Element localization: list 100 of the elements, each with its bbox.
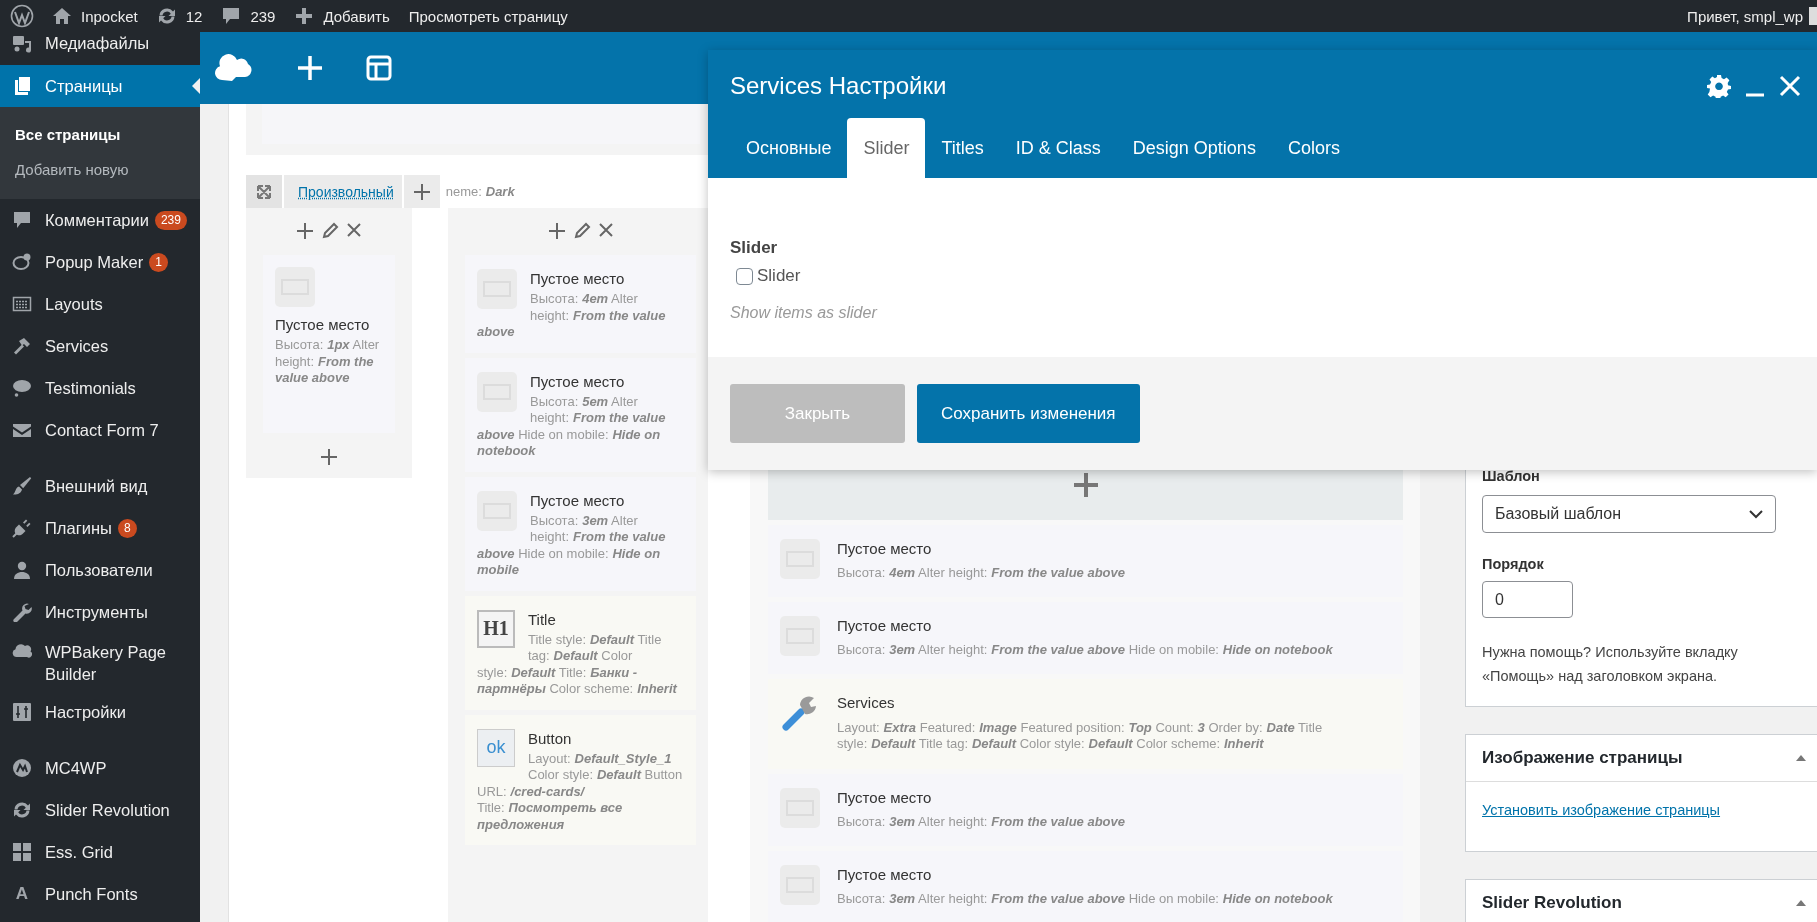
save-button[interactable]: Сохранить изменения xyxy=(917,384,1140,443)
empty-space-icon xyxy=(275,267,315,307)
font-icon: A xyxy=(12,884,32,904)
keyboard-icon xyxy=(12,294,32,314)
field-description: Show items as slider xyxy=(730,304,879,322)
sidebar-item[interactable]: A Punch Fonts xyxy=(0,873,200,915)
plus-icon[interactable] xyxy=(320,448,338,466)
order-field[interactable]: 0 xyxy=(1482,581,1573,618)
sidebar-item[interactable]: Комментарии 239 xyxy=(0,199,200,241)
sidebar-item[interactable]: Ess. Grid xyxy=(0,831,200,873)
submenu-item[interactable]: Все страницы xyxy=(0,117,200,152)
submenu-item[interactable]: Добавить новую xyxy=(0,152,200,187)
element-title: Пустое место xyxy=(837,788,933,808)
section-label: Slider xyxy=(730,238,779,258)
dialog-tab[interactable]: Design Options xyxy=(1116,118,1272,178)
plus-icon[interactable] xyxy=(296,222,314,240)
sidebar-item[interactable]: Popup Maker 1 xyxy=(0,241,200,283)
dialog-title: Services Настройки xyxy=(730,72,948,100)
empty-space-icon xyxy=(780,788,820,828)
greeting-link[interactable]: Привет, smpl_wp xyxy=(1687,7,1803,25)
checkbox-label[interactable]: Slider xyxy=(757,266,801,286)
element-card[interactable]: Пустое место Высота: 1px Alter height: From the value above xyxy=(263,255,395,433)
plus-icon[interactable] xyxy=(547,222,566,240)
close-icon[interactable] xyxy=(346,222,362,238)
refresh-icon[interactable] xyxy=(156,6,177,26)
add-column-button[interactable] xyxy=(403,175,440,208)
element-description: Layout: Extra Featured: Image Featured position: Top Count: 3 Order by: Date Title style: Default Title tag: Default Color style: Default Color scheme: Inherit xyxy=(837,719,1324,753)
sidebar-item[interactable]: Slider Revolution xyxy=(0,789,200,831)
element-card[interactable]: Пустое место Высота: 5em Alter height: From the value above Hide on mobile: Hide on notebook xyxy=(465,357,696,472)
sidebar-item[interactable]: Инструменты xyxy=(0,591,200,633)
layout-tab[interactable]: Произвольный xyxy=(284,175,402,208)
home-icon[interactable] xyxy=(52,6,72,26)
row-info: neme: Dark xyxy=(445,184,515,199)
view-page-link[interactable]: Просмотреть страницу xyxy=(408,7,568,25)
plus-icon xyxy=(412,182,431,201)
dialog-tab[interactable]: Slider xyxy=(847,118,926,178)
set-image-link[interactable]: Установить изображение страницы xyxy=(1482,802,1721,818)
comment-count[interactable]: 239 xyxy=(250,7,276,25)
sidebar-item[interactable]: Внешний вид xyxy=(0,465,200,507)
element-title: Пустое место xyxy=(530,490,626,511)
logo-icon[interactable] xyxy=(214,52,254,84)
element-description: Высота: 1px Alter height: From the value above xyxy=(275,337,381,387)
help-text: Нужна помощь? Используйте вкладку «Помощь» над заголовком экрана. xyxy=(1482,643,1739,686)
dialog-tab[interactable]: Titles xyxy=(925,118,1000,178)
plus-icon[interactable] xyxy=(1072,472,1099,498)
logo-icon[interactable] xyxy=(10,4,34,28)
sidebar-item[interactable]: Страницы xyxy=(0,65,200,107)
field-label: Порядок xyxy=(1482,555,1545,573)
refresh-icon xyxy=(12,800,32,820)
sidebar-item[interactable]: Настройки xyxy=(0,691,200,733)
layout-icon[interactable] xyxy=(366,55,392,81)
pencil-icon[interactable] xyxy=(321,222,339,240)
checkbox[interactable] xyxy=(736,267,753,285)
dialog-tab[interactable]: Colors xyxy=(1271,118,1356,178)
element-card[interactable]: Services Layout: Extra Featured: Image Featured position: Top Count: 3 Order by: Date Title style: Default Title tag: Default Color style: Default Color scheme: Inherit xyxy=(768,679,1403,769)
sliders-icon xyxy=(12,702,32,722)
settings-icon[interactable] xyxy=(1707,74,1731,98)
element-title: Button xyxy=(528,728,573,749)
expand-button[interactable] xyxy=(246,175,282,208)
sidebar-item[interactable]: Плагины 8 xyxy=(0,507,200,549)
circle-logo-icon xyxy=(12,758,32,778)
element-title: Пустое место xyxy=(530,269,626,289)
update-count[interactable]: 12 xyxy=(185,7,203,25)
sidebar-item[interactable]: Layouts xyxy=(0,283,200,325)
pencil-icon[interactable] xyxy=(572,222,591,240)
add-new-link[interactable]: Добавить xyxy=(323,7,390,25)
empty-space-icon xyxy=(477,269,517,309)
template-select[interactable]: Базовый шаблон xyxy=(1482,495,1776,533)
element-description: Высота: 3em Alter height: From the value above Hide on mobile: Hide on notebook xyxy=(837,641,1334,659)
sidebar-item[interactable]: Testimonials xyxy=(0,367,200,409)
site-link[interactable]: Inpocket xyxy=(81,7,138,25)
element-title: Пустое место xyxy=(837,616,933,636)
pages-icon xyxy=(12,76,32,96)
sidebar-item[interactable]: WPBakery Page Builder xyxy=(0,633,200,691)
sidebar-item[interactable]: Services xyxy=(0,325,200,367)
close-icon[interactable] xyxy=(597,222,614,238)
element-title: Пустое место xyxy=(275,315,371,335)
cloud-icon xyxy=(12,641,32,661)
element-card[interactable]: Пустое место Высота: 3em Alter height: From the value above Hide on mobile: Hide on mobile xyxy=(465,476,696,591)
sidebar-item[interactable]: Contact Form 7 xyxy=(0,409,200,451)
speech-bubble-icon xyxy=(12,378,32,398)
element-description: Высота: 3em Alter height: From the value above Hide on mobile: Hide on notebook xyxy=(837,890,1334,908)
dialog-tab[interactable]: ID & Class xyxy=(999,118,1117,178)
collapse-icon[interactable] xyxy=(1795,754,1807,762)
comment-icon[interactable] xyxy=(221,6,242,26)
element-description: Высота: 4em Alter height: From the value above xyxy=(837,564,1126,582)
speech-bubble-icon xyxy=(12,210,32,230)
media-icon xyxy=(12,34,32,54)
collapse-icon[interactable] xyxy=(1795,899,1807,907)
element-title: Пустое место xyxy=(837,539,933,559)
plus-icon[interactable] xyxy=(294,6,315,26)
element-card[interactable]: Пустое место Высота: 4em Alter height: From the value above xyxy=(465,255,696,353)
sidebar-item[interactable]: Медиафайлы xyxy=(0,32,200,65)
sidebar-item[interactable]: MC4WP xyxy=(0,747,200,789)
user-icon xyxy=(12,560,32,580)
sidebar-item[interactable]: Пользователи xyxy=(0,549,200,591)
field-label: Шаблон xyxy=(1482,467,1541,485)
element-title: Title xyxy=(528,609,557,630)
dialog-tab[interactable]: Основные xyxy=(730,118,848,178)
empty-space-icon xyxy=(477,371,517,412)
